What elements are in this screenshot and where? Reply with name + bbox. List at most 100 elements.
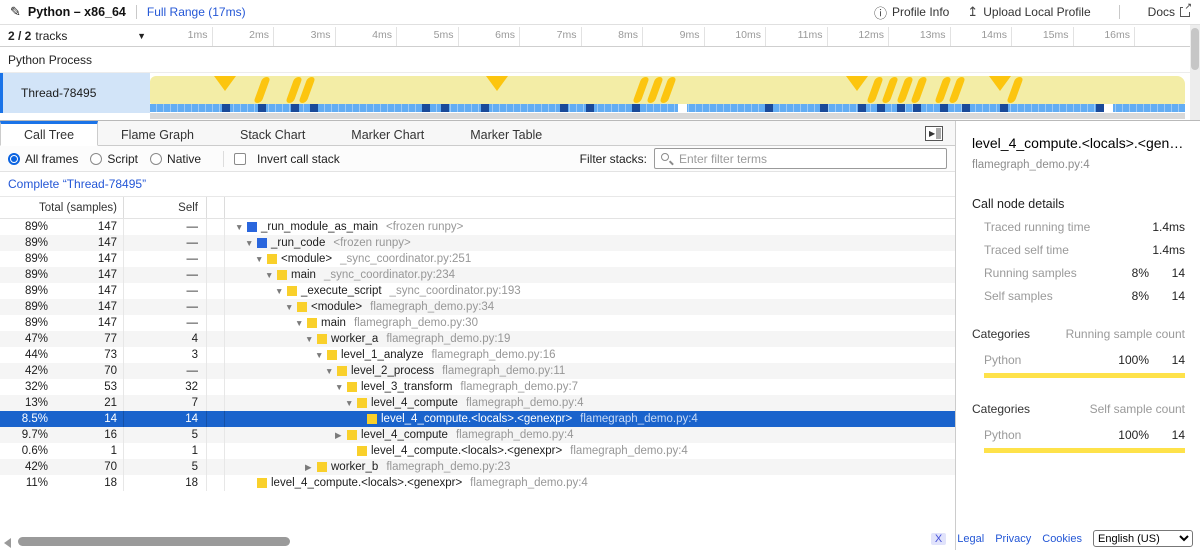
marker-triangle-icon[interactable] [214,76,236,91]
track-sample-strip[interactable] [150,104,1185,112]
collapse-icon[interactable]: ▼ [255,254,267,264]
marker-triangle-icon[interactable] [989,76,1011,91]
sample-dark-segment [1096,104,1104,112]
marker-slash-icon[interactable] [881,77,898,103]
call-tree-rows: 89%147—▼_run_module_as_main<frozen runpy… [0,219,955,491]
filter-stacks-input[interactable] [654,148,947,169]
call-tree-row[interactable]: 11%1818level_4_compute.<locals>.<genexpr… [0,475,955,491]
function-name: level_3_transform [361,381,452,393]
call-tree-row[interactable]: 89%147—▼_execute_script_sync_coordinator… [0,283,955,299]
detail-label: Running samples [972,266,1111,280]
call-tree-row[interactable]: 32%5332▼level_3_transformflamegraph_demo… [0,379,955,395]
thread-name: Thread-78495 [21,86,96,100]
collapse-icon[interactable]: ▼ [275,286,287,296]
call-tree-row[interactable]: 13%217▼level_4_computeflamegraph_demo.py… [0,395,955,411]
marker-slash-icon[interactable] [866,77,883,103]
collapse-icon[interactable]: ▼ [265,270,277,280]
complete-thread-link[interactable]: Complete “Thread-78495” [8,177,146,191]
radio-all-frames[interactable]: All frames [8,152,78,166]
track-activity-canvas[interactable] [150,76,1185,104]
marker-slash-icon[interactable] [910,77,927,103]
ruler-tick-label: 2ms [217,29,269,41]
language-select[interactable]: English (US) [1093,530,1193,547]
radio-button-icon[interactable] [90,153,102,165]
footer-link-cookies[interactable]: Cookies [1042,533,1082,545]
expand-icon[interactable]: ▶ [335,430,347,441]
collapse-icon[interactable]: ▼ [345,398,357,408]
call-tree-row[interactable]: 8.5%1414level_4_compute.<locals>.<genexp… [0,411,955,427]
footer-link-legal[interactable]: Legal [957,533,984,545]
thread-track-label[interactable]: Thread-78495 [0,73,150,113]
marker-slash-icon[interactable] [253,77,270,103]
upload-profile-button[interactable]: ↥ Upload Local Profile [967,4,1090,20]
footer-link-privacy[interactable]: Privacy [995,533,1031,545]
scroll-left-arrow-icon[interactable] [4,538,11,548]
call-tree-row[interactable]: 89%147—▼<module>flamegraph_demo.py:34 [0,299,955,315]
call-tree-row[interactable]: 89%147—▼_run_module_as_main<frozen runpy… [0,219,955,235]
tab-stack-chart[interactable]: Stack Chart [217,121,328,146]
footer-x-link[interactable]: X [931,533,946,545]
self-column-header[interactable]: Self [124,197,207,218]
tab-flame-graph[interactable]: Flame Graph [98,121,217,146]
collapse-icon[interactable]: ▼ [285,302,297,312]
call-tree-row[interactable]: 89%147—▼<module>_sync_coordinator.py:251 [0,251,955,267]
full-range-link[interactable]: Full Range (17ms) [147,5,246,19]
call-tree-row[interactable]: 89%147—▼mainflamegraph_demo.py:30 [0,315,955,331]
invert-call-stack-toggle[interactable]: Invert call stack [234,152,340,166]
category-icon [347,382,357,392]
tab-marker-chart[interactable]: Marker Chart [328,121,447,146]
total-samples-cell: 70 [50,459,124,475]
marker-triangle-icon[interactable] [846,76,868,91]
marker-triangle-icon[interactable] [486,76,508,91]
process-track-row[interactable]: Python Process [0,47,1200,73]
timeline-vertical-scrollbar[interactable] [1190,25,1200,120]
tab-marker-table[interactable]: Marker Table [447,121,565,146]
collapse-icon[interactable]: ▼ [305,334,317,344]
function-name: level_4_compute.<locals>.<genexpr> [271,477,462,489]
collapse-icon[interactable]: ▼ [235,222,247,232]
file-location: flamegraph_demo.py:7 [460,381,578,393]
total-samples-column-header[interactable]: Total (samples) [0,197,124,218]
expand-icon[interactable]: ▶ [305,462,317,473]
collapse-icon[interactable]: ▼ [325,366,337,376]
call-tree-row[interactable]: 89%147—▼main_sync_coordinator.py:234 [0,267,955,283]
ruler-tick-label: 8ms [586,29,638,41]
tree-cell: level_4_compute.<locals>.<genexpr>flameg… [225,411,955,427]
tab-call-tree[interactable]: Call Tree [0,121,98,146]
timeline-horizontal-scrollbar[interactable] [150,113,1185,119]
ruler-tick-label: 16ms [1078,29,1130,41]
category-icon [337,366,347,376]
collapse-icon[interactable]: ▼ [295,318,307,328]
call-tree-row[interactable]: 9.7%165▶level_4_computeflamegraph_demo.p… [0,427,955,443]
scrollbar-thumb[interactable] [1191,28,1199,70]
profile-info-button[interactable]: ⓘ Profile Info [874,3,949,22]
marker-slash-icon[interactable] [948,77,965,103]
call-tree-row[interactable]: 89%147—▼_run_code<frozen runpy> [0,235,955,251]
docs-link[interactable]: Docs [1148,5,1190,19]
tree-cell: ▼level_4_computeflamegraph_demo.py:4 [225,395,955,411]
radio-script[interactable]: Script [90,152,138,166]
collapse-icon[interactable]: ▼ [315,350,327,360]
call-tree-row[interactable]: 42%705▶worker_bflamegraph_demo.py:23 [0,459,955,475]
tracks-dropdown[interactable]: 2 / 2 tracks ▼ [8,25,148,47]
tree-cell: ▼main_sync_coordinator.py:234 [225,267,955,283]
call-tree-row[interactable]: 44%733▼level_1_analyzeflamegraph_demo.py… [0,347,955,363]
call-tree-row[interactable]: 0.6%11level_4_compute.<locals>.<genexpr>… [0,443,955,459]
scrollbar-thumb[interactable] [18,537,290,546]
call-tree-row[interactable]: 47%774▼worker_aflamegraph_demo.py:19 [0,331,955,347]
call-tree-row[interactable]: 42%70—▼level_2_processflamegraph_demo.py… [0,363,955,379]
collapse-icon[interactable]: ▼ [245,238,257,248]
radio-button-icon[interactable] [150,153,162,165]
icon-gap-cell [207,235,225,251]
invert-checkbox[interactable] [234,153,246,165]
edit-pencil-icon[interactable]: ✎ [10,4,21,20]
ruler-tick [704,27,705,46]
collapse-icon[interactable]: ▼ [335,382,347,392]
category-percent: 100% [1111,353,1149,367]
sidebar-toggle-button[interactable]: ▶ [925,126,943,141]
function-name: worker_b [331,461,378,473]
radio-native[interactable]: Native [150,152,201,166]
total-percent-cell: 42% [0,365,50,377]
radio-button-icon[interactable] [8,153,20,165]
frame-filter-radios: All frames Script Native [8,152,213,166]
